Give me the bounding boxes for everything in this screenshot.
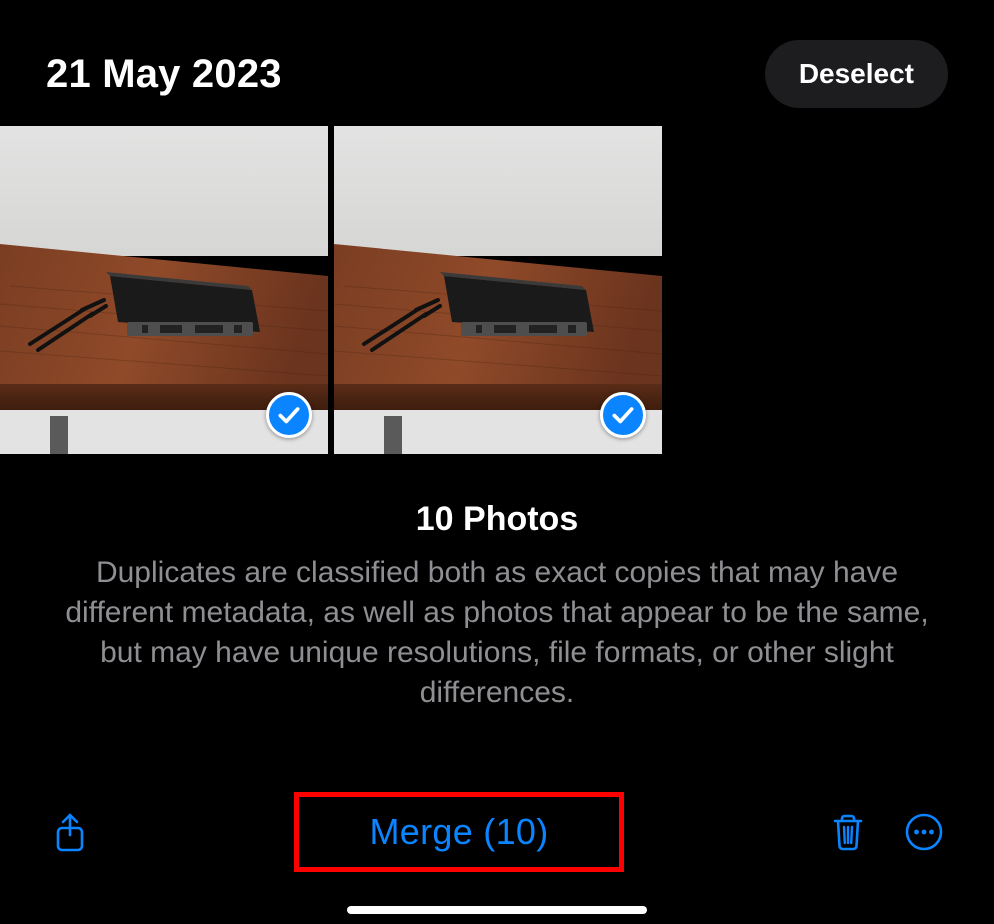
deselect-button[interactable]: Deselect [765, 40, 948, 108]
photo-thumbnail[interactable] [334, 126, 662, 454]
share-icon [50, 812, 90, 852]
delete-button[interactable] [824, 808, 872, 856]
duplicates-description: Duplicates are classified both as exact … [47, 553, 947, 713]
selected-check-icon [266, 392, 312, 438]
bottom-toolbar: Merge (10) [0, 774, 994, 924]
merge-highlight-annotation: Merge (10) [294, 792, 623, 872]
photo-thumbnail[interactable] [0, 126, 328, 454]
merge-button[interactable]: Merge (10) [369, 811, 548, 853]
date-heading: 21 May 2023 [46, 52, 282, 97]
share-button[interactable] [46, 808, 94, 856]
photo-count-label: 10 Photos [46, 500, 948, 539]
ellipsis-circle-icon [904, 812, 944, 852]
home-indicator[interactable] [347, 906, 647, 914]
trash-icon [828, 812, 868, 852]
selected-check-icon [600, 392, 646, 438]
more-button[interactable] [900, 808, 948, 856]
photo-grid [0, 126, 994, 454]
